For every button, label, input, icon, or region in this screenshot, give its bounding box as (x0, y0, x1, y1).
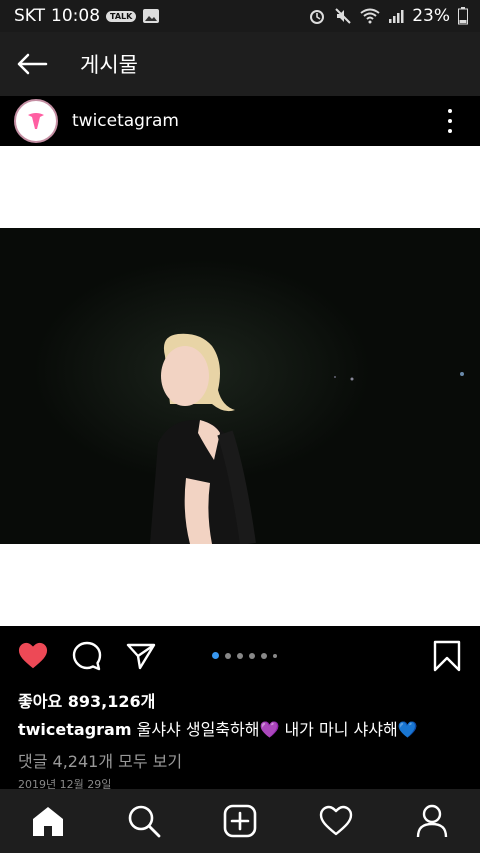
photo-image (0, 228, 480, 544)
home-icon (33, 807, 63, 836)
profile-icon (416, 804, 448, 838)
post-photo[interactable] (0, 146, 480, 626)
like-button[interactable] (18, 641, 48, 671)
battery-icon (458, 7, 468, 25)
alarm-icon (310, 10, 325, 24)
carousel-indicator (212, 652, 277, 659)
talk-notification-icon: TALK (106, 10, 137, 22)
avatar[interactable] (14, 99, 58, 143)
nav-home-button[interactable] (24, 797, 72, 845)
nav-add-button[interactable] (216, 797, 264, 845)
post-actions (0, 626, 480, 686)
carousel-dot (261, 652, 267, 659)
nav-profile-button[interactable] (408, 797, 456, 845)
post-caption: twicetagram 울샤샤 생일축하해💜 내가 마니 샤샤해💙 (18, 716, 418, 740)
nav-search-button[interactable] (120, 797, 168, 845)
more-vert-icon (448, 109, 452, 113)
page-title: 게시물 (80, 53, 138, 77)
status-bar: SKT 10:08 TALK 23% (0, 0, 480, 32)
carousel-dot (249, 652, 255, 659)
gallery-notification-icon (143, 9, 160, 23)
photo-content (0, 228, 480, 544)
comment-icon (72, 641, 102, 671)
add-icon (223, 804, 257, 838)
caption-username[interactable]: twicetagram (18, 720, 132, 739)
view-all-comments-link[interactable]: 댓글 4,241개 모두 보기 (18, 748, 182, 772)
carrier-label: SKT (14, 6, 46, 26)
caption-text: 울샤샤 생일축하해💜 내가 마니 샤샤해💙 (131, 720, 418, 739)
share-button[interactable] (126, 641, 156, 671)
wifi-icon (360, 8, 380, 24)
status-time: 10:08 (51, 6, 101, 26)
post-header: twicetagram (0, 96, 480, 146)
carousel-dot (237, 652, 243, 659)
share-icon (126, 643, 156, 670)
back-button[interactable] (0, 32, 64, 96)
search-icon (128, 805, 161, 838)
carousel-dot-active (212, 652, 219, 659)
activity-heart-icon (319, 805, 353, 836)
comment-button[interactable] (72, 641, 102, 671)
more-vert-dot (448, 119, 452, 123)
heart-icon (18, 642, 48, 669)
bottom-navigation (0, 789, 480, 853)
twice-logo-icon (21, 106, 51, 136)
like-count[interactable]: 좋아요 893,126개 (18, 688, 155, 712)
carousel-dot (273, 653, 277, 658)
signal-icon (389, 10, 404, 23)
more-options-button[interactable] (438, 101, 462, 141)
mute-icon (335, 8, 351, 24)
battery-percent: 23% (412, 6, 450, 26)
bookmark-button[interactable] (432, 640, 462, 672)
post-username[interactable]: twicetagram (72, 111, 179, 131)
nav-activity-button[interactable] (312, 797, 360, 845)
carousel-dot (225, 652, 231, 659)
more-vert-dot (448, 129, 452, 133)
app-bar: 게시물 (0, 32, 480, 96)
bookmark-icon (433, 640, 461, 672)
back-arrow-icon (17, 53, 48, 75)
